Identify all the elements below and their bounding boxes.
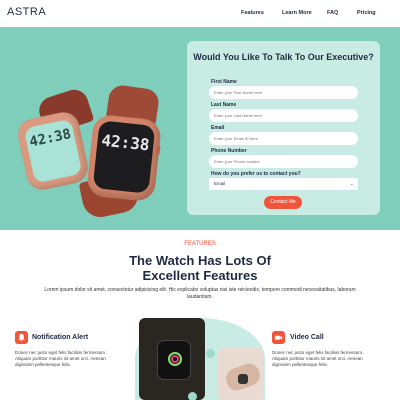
feature-name: Notification Alert xyxy=(32,334,89,341)
phone-label: Phone Number xyxy=(211,148,247,154)
features-description: Lorem ipsum dolor sit amet, consectetur … xyxy=(44,287,356,300)
feature-text: Donec nec justo eget felis facilisis fer… xyxy=(15,350,107,367)
nav-link-learn-more[interactable]: Learn More xyxy=(282,10,312,16)
form-title: Would You Like To Talk To Our Executive? xyxy=(193,52,374,62)
nav-link-faq[interactable]: FAQ xyxy=(327,10,338,16)
watch-activity-image xyxy=(139,318,205,400)
watch-left-time: 42:38 xyxy=(28,126,73,151)
features-eyebrow: FEATURES xyxy=(184,241,216,247)
watch-wrist-image xyxy=(218,348,264,400)
activity-ring xyxy=(171,355,179,363)
video-icon xyxy=(272,331,285,344)
watch-button xyxy=(155,144,161,156)
first-name-field[interactable] xyxy=(209,86,358,99)
bell-icon xyxy=(15,331,28,344)
email-label: Email xyxy=(211,125,225,131)
contact-pref-value: Email xyxy=(214,181,226,186)
email-field[interactable] xyxy=(209,132,358,145)
first-name-label: First Name xyxy=(211,79,237,85)
phone-field[interactable] xyxy=(209,155,358,168)
feature-name: Video Call xyxy=(290,334,324,341)
brand-name: ASTRA xyxy=(7,6,47,18)
watch-right-time: 42:38 xyxy=(100,130,151,155)
last-name-label: Last Name xyxy=(211,102,237,108)
contact-pref-label: How do you prefer us to contact you? xyxy=(211,171,301,177)
chevron-down-icon: ⌄ xyxy=(349,181,354,187)
nav-link-features[interactable]: Features xyxy=(241,10,264,16)
nav-link-pricing[interactable]: Pricing xyxy=(357,10,376,16)
contact-me-button[interactable]: Contact Me xyxy=(264,196,302,209)
hero-section: 42:38 42:38 Would You Like To Talk To Ou… xyxy=(0,27,400,230)
contact-form-card: Would You Like To Talk To Our Executive?… xyxy=(187,41,380,215)
watch-screen-right: 42:38 xyxy=(92,120,156,194)
watch-device xyxy=(238,374,248,384)
decorative-dot xyxy=(206,349,215,358)
feature-text: Donec nec justo eget felis facilisis fer… xyxy=(272,350,364,367)
decorative-dot xyxy=(188,392,197,400)
last-name-field[interactable] xyxy=(209,109,358,122)
contact-pref-select[interactable]: Email ⌄ xyxy=(209,178,358,190)
brand-logo[interactable]: ASTRA xyxy=(7,6,46,18)
features-title: The Watch Has Lots Of Excellent Features xyxy=(129,253,271,283)
top-nav: ASTRA Features Learn More FAQ Pricing xyxy=(0,0,400,27)
